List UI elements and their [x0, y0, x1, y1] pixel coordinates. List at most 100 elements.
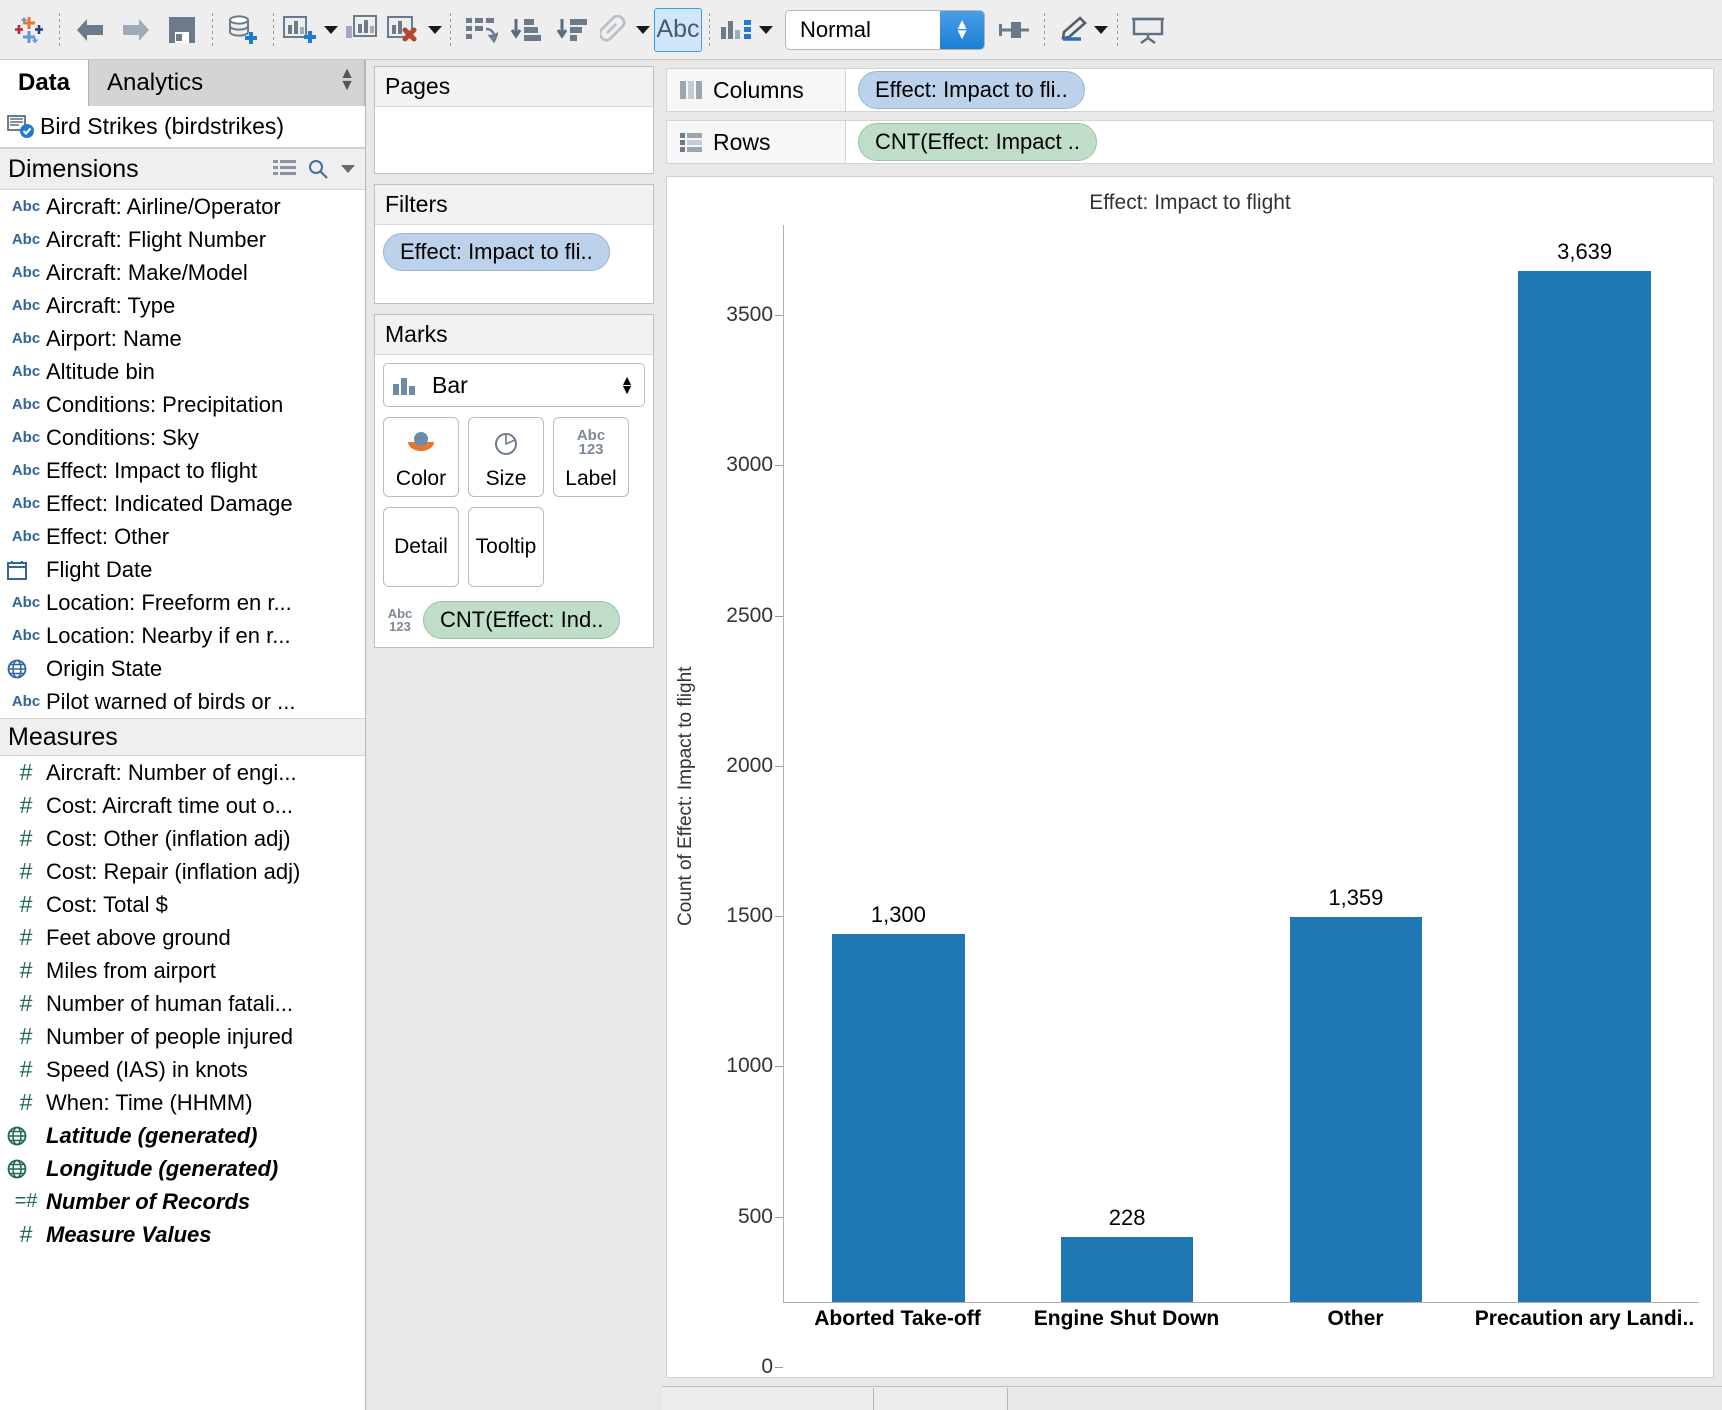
pages-dropzone[interactable]	[375, 107, 653, 173]
number-icon: #	[19, 792, 33, 818]
dimensions-list: Abc Aircraft: Airline/Operator Abc Aircraf…	[0, 190, 365, 718]
measure-item[interactable]: Longitude (generated)	[0, 1152, 365, 1185]
chevron-down-icon[interactable]	[341, 165, 355, 173]
measure-item[interactable]: # Aircraft: Number of engi...	[0, 756, 365, 789]
detail-button[interactable]: Detail	[383, 507, 459, 587]
dimension-item[interactable]: Abc Effect: Indicated Damage	[0, 487, 365, 520]
show-mark-labels-icon[interactable]: Abc	[654, 7, 702, 52]
duplicate-sheet-icon[interactable]	[339, 8, 385, 52]
columns-pill[interactable]: Effect: Impact to fli..	[858, 71, 1085, 109]
size-button[interactable]: Size	[468, 417, 544, 497]
dimension-item[interactable]: Abc Effect: Other	[0, 520, 365, 553]
dimension-item[interactable]: Origin State	[0, 652, 365, 685]
measure-item[interactable]: # Cost: Other (inflation adj)	[0, 822, 365, 855]
dimension-item[interactable]: Abc Location: Nearby if en r...	[0, 619, 365, 652]
clear-sheet-icon[interactable]	[385, 8, 443, 52]
bar[interactable]	[832, 933, 965, 1302]
measure-item[interactable]: # Cost: Repair (inflation adj)	[0, 855, 365, 888]
auto-update-icon[interactable]	[458, 8, 504, 52]
detail-label: Detail	[394, 535, 448, 558]
dimension-item[interactable]: Abc Aircraft: Flight Number	[0, 223, 365, 256]
fix-axes-icon[interactable]	[991, 8, 1037, 52]
y-axis-tick: 0	[761, 1355, 783, 1378]
number-icon: #	[19, 957, 33, 983]
marks-field-pill[interactable]: CNT(Effect: Ind..	[423, 601, 621, 639]
measure-item[interactable]: Latitude (generated)	[0, 1119, 365, 1152]
bar[interactable]	[1060, 1237, 1194, 1302]
sort-descending-icon[interactable]	[550, 8, 596, 52]
dimension-item[interactable]: Abc Location: Freeform en r...	[0, 586, 365, 619]
new-worksheet-icon[interactable]	[281, 8, 339, 52]
dimension-item[interactable]: Abc Effect: Impact to flight	[0, 454, 365, 487]
dimension-item[interactable]: Abc Aircraft: Type	[0, 289, 365, 322]
back-icon[interactable]	[67, 8, 113, 52]
columns-dropzone[interactable]: Effect: Impact to fli..	[846, 68, 1714, 112]
bar[interactable]	[1518, 270, 1651, 1302]
datasource-icon	[6, 113, 36, 141]
forward-icon[interactable]	[113, 8, 159, 52]
dimension-item[interactable]: Flight Date	[0, 553, 365, 586]
bar[interactable]	[1289, 916, 1423, 1302]
label-button[interactable]: Abc 123 Label	[553, 417, 629, 497]
chevron-down-icon[interactable]	[759, 25, 773, 34]
fit-stepper[interactable]: ▲ ▼	[940, 10, 984, 49]
plot-area[interactable]: 1,300 228 1,359 3,639	[783, 225, 1699, 1303]
x-axis-tick-label[interactable]: Aborted Take-off	[783, 1303, 1012, 1367]
show-me-icon[interactable]	[717, 8, 775, 52]
visualization-canvas[interactable]: Effect: Impact to flight Count of Effect…	[666, 176, 1714, 1378]
rows-dropzone[interactable]: CNT(Effect: Impact ..	[846, 120, 1714, 164]
chevron-down-icon[interactable]	[428, 25, 442, 34]
dimension-item[interactable]: Abc Conditions: Precipitation	[0, 388, 365, 421]
dimension-item[interactable]: Abc Airport: Name	[0, 322, 365, 355]
color-button[interactable]: Color	[383, 417, 459, 497]
y-axis[interactable]: 0 500 1000 1500 2000 2500 3000 3500	[701, 225, 784, 1378]
chevron-down-icon[interactable]	[1094, 25, 1108, 34]
toolbar-divider	[450, 12, 451, 47]
save-icon[interactable]	[159, 8, 205, 52]
dimension-item[interactable]: Abc Aircraft: Airline/Operator	[0, 190, 365, 223]
rows-pill[interactable]: CNT(Effect: Impact ..	[858, 123, 1097, 161]
tableau-logo-icon[interactable]	[6, 8, 52, 52]
filter-pill[interactable]: Effect: Impact to fli..	[383, 233, 610, 271]
measure-item[interactable]: # Speed (IAS) in knots	[0, 1053, 365, 1086]
presentation-mode-icon[interactable]	[1125, 8, 1171, 52]
tab-data[interactable]: Data	[0, 60, 90, 106]
sort-ascending-icon[interactable]	[504, 8, 550, 52]
x-axis-tick-label[interactable]: Precaution ary Landi..	[1470, 1303, 1699, 1367]
chevron-down-icon[interactable]	[324, 25, 338, 34]
measure-item[interactable]: # When: Time (HHMM)	[0, 1086, 365, 1119]
measure-item[interactable]: # Number of human fatali...	[0, 987, 365, 1020]
x-axis-tick-label[interactable]: Other	[1241, 1303, 1470, 1367]
dimension-item[interactable]: Abc Pilot warned of birds or ...	[0, 685, 365, 718]
datasource-row[interactable]: Bird Strikes (birdstrikes)	[0, 106, 365, 148]
dimension-item[interactable]: Abc Altitude bin	[0, 355, 365, 388]
fit-select[interactable]: Normal ▲ ▼	[785, 9, 985, 50]
mark-type-stepper[interactable]: ▲ ▼	[620, 373, 634, 396]
highlight-icon[interactable]	[596, 8, 654, 52]
measure-item[interactable]: # Feet above ground	[0, 921, 365, 954]
measure-item[interactable]: # Measure Values	[0, 1218, 365, 1251]
measure-label: Cost: Repair (inflation adj)	[46, 858, 301, 884]
tab-analytics[interactable]: Analytics	[89, 60, 365, 106]
y-axis-tick: 1000	[726, 1054, 783, 1078]
measure-item[interactable]: # Miles from airport	[0, 954, 365, 987]
chevron-down-icon[interactable]	[636, 25, 650, 34]
measure-item[interactable]: # Cost: Aircraft time out o...	[0, 789, 365, 822]
x-axis-tick-label[interactable]: Engine Shut Down	[1012, 1303, 1241, 1367]
filters-title: Filters	[375, 185, 653, 225]
tableau-window: Abc Normal ▲ ▼ Data Analytics ▲ ▼ Bird S…	[0, 0, 1722, 1410]
dimension-item[interactable]: Abc Conditions: Sky	[0, 421, 365, 454]
x-axis[interactable]: Aborted Take-off Engine Shut Down Other Pre…	[783, 1303, 1699, 1367]
pane-resize-icon[interactable]: ▲ ▼	[339, 66, 355, 94]
search-icon[interactable]	[307, 158, 329, 180]
group-by-folder-icon[interactable]	[273, 159, 297, 179]
measure-item[interactable]: # Number of people injured	[0, 1020, 365, 1053]
measure-item[interactable]: # Cost: Total $	[0, 888, 365, 921]
format-icon[interactable]	[1052, 8, 1110, 52]
filters-dropzone[interactable]: Effect: Impact to fli..	[375, 225, 653, 303]
dimension-item[interactable]: Abc Aircraft: Make/Model	[0, 256, 365, 289]
tooltip-button[interactable]: Tooltip	[468, 507, 544, 587]
mark-type-select[interactable]: Bar ▲ ▼	[383, 363, 645, 407]
measure-item[interactable]: =# Number of Records	[0, 1185, 365, 1218]
add-data-source-icon[interactable]	[220, 8, 266, 52]
